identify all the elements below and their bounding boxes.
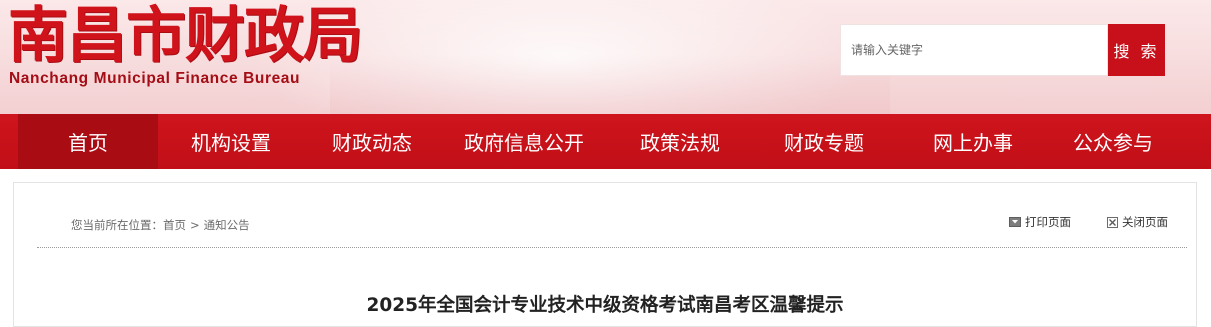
print-page-button[interactable]: 打印页面 [1009,214,1071,230]
site-logo-english[interactable]: Nanchang Municipal Finance Bureau [9,70,300,88]
breadcrumb-separator: > [190,218,200,232]
page: 南昌市财政局 Nanchang Municipal Finance Bureau… [0,0,1211,327]
nav-item-policies-regulations[interactable]: 政策法规 [608,114,752,169]
nav-item-finance-news[interactable]: 财政动态 [304,114,440,169]
main-navigation: 首页 机构设置 财政动态 政府信息公开 政策法规 财政专题 网上办事 公众参与 [0,114,1211,169]
close-page-label: 关闭页面 [1122,215,1168,229]
content-panel: 您当前所在位置：首页 > 通知公告 打印页面 关闭页面 2025年全国会计专业技… [13,182,1197,327]
breadcrumb-link-current[interactable]: 通知公告 [204,218,250,232]
header-background-skyline [330,54,890,114]
breadcrumb-prefix: 您当前所在位置： [71,218,163,232]
search-input[interactable] [840,24,1108,76]
site-header: 南昌市财政局 Nanchang Municipal Finance Bureau… [0,0,1211,114]
nav-item-organization[interactable]: 机构设置 [158,114,304,169]
nav-item-government-disclosure[interactable]: 政府信息公开 [440,114,608,169]
search-button[interactable]: 搜 索 [1108,24,1165,76]
page-tools: 打印页面 关闭页面 [1009,214,1168,230]
dotted-divider [37,247,1187,248]
nav-item-finance-topics[interactable]: 财政专题 [752,114,896,169]
close-page-button[interactable]: 关闭页面 [1107,214,1168,230]
article-title: 2025年全国会计专业技术中级资格考试南昌考区温馨提示 [366,295,844,316]
close-icon [1107,216,1118,228]
print-icon [1009,217,1021,227]
breadcrumb: 您当前所在位置：首页 > 通知公告 [71,217,250,233]
nav-item-online-services[interactable]: 网上办事 [896,114,1050,169]
nav-item-home[interactable]: 首页 [18,114,158,169]
nav-item-public-participation[interactable]: 公众参与 [1050,114,1176,169]
site-logo-chinese[interactable]: 南昌市财政局 [8,2,363,70]
print-page-label: 打印页面 [1025,215,1071,229]
breadcrumb-link-home[interactable]: 首页 [163,218,186,232]
